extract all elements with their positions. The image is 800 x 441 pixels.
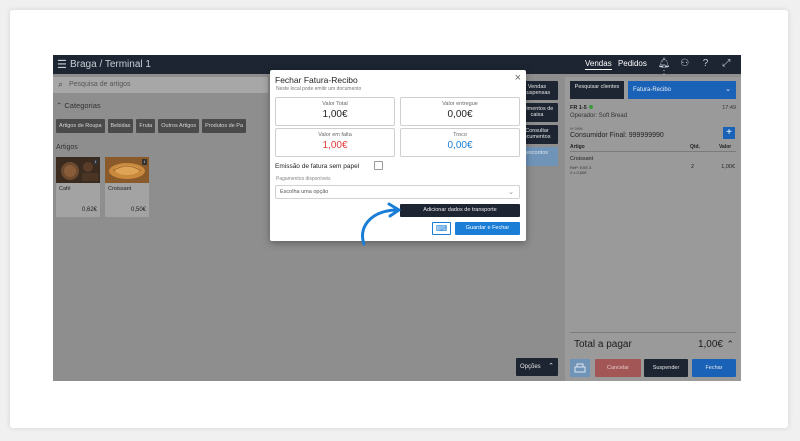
cash-drawer-button[interactable]: [570, 359, 590, 377]
paperless-checkbox[interactable]: [374, 161, 383, 170]
operator-label: Operador: Soft Bread: [570, 113, 628, 119]
client-nif: Nº 0999: [570, 127, 583, 131]
delivered-value-box: Valor entregue 0,00€: [400, 97, 520, 126]
box-value: 1,00€: [322, 109, 348, 120]
close-sale-button[interactable]: Fechar: [692, 359, 736, 377]
total-label: Total a pagar: [574, 339, 632, 350]
divider: [570, 332, 736, 333]
hamburger-menu-icon[interactable]: ☰: [57, 58, 67, 71]
category-item[interactable]: Bebidas: [107, 119, 134, 133]
sale-panel: Pesquisar clientes Fatura-Recibo ⌄ FR 1-…: [565, 77, 741, 381]
client-name[interactable]: Consumidor Final: 999999990: [570, 132, 664, 139]
document-id: FR 1-5: [570, 105, 594, 111]
payments-label: Pagamentos disponíveis: [276, 176, 331, 182]
nav-vendas[interactable]: Vendas: [585, 59, 612, 70]
search-clients-button[interactable]: Pesquisar clientes: [570, 81, 624, 99]
add-transport-data-button[interactable]: Adicionar dados de transporte: [400, 204, 520, 217]
annotation-arrow-icon: [361, 202, 401, 246]
article-search[interactable]: ⌕ Pesquisa de artigos: [53, 77, 268, 93]
bell-icon[interactable]: 🔔︎: [655, 58, 673, 69]
payment-method-select[interactable]: Escolha uma opção ⌄: [275, 185, 520, 199]
box-label: Valor entregue: [442, 101, 478, 107]
divider: [570, 151, 736, 152]
options-button[interactable]: Opções ⌃: [516, 358, 558, 376]
column-header: Valor: [719, 144, 732, 150]
total-value-box: Valor Total 1,00€: [275, 97, 395, 126]
category-list: Artigos de Roupa Bebidas Fruta Outros Ar…: [56, 119, 247, 133]
change-value-box: Troco 0,00€: [400, 128, 520, 157]
category-item[interactable]: Artigos de Roupa: [56, 119, 105, 133]
line-item-qty: 2: [691, 164, 695, 170]
payment-placeholder: Escolha uma opção: [280, 189, 329, 195]
line-item-name[interactable]: Croissant: [570, 156, 593, 162]
category-item[interactable]: Outros Artigos: [158, 119, 200, 133]
total-value: 1,00€: [697, 339, 723, 350]
article-price: 0,50€: [130, 207, 146, 213]
modal-title: Fechar Fatura-Recibo: [275, 75, 358, 85]
add-client-button[interactable]: +: [723, 127, 735, 139]
chevron-down-icon: ⌄: [725, 86, 731, 93]
categories-heading[interactable]: ⌃ Categorias: [56, 101, 101, 110]
search-icon: ⌕: [58, 79, 64, 89]
line-item-unit: 2 x 0,50€: [570, 170, 587, 175]
box-label: Valor Total: [322, 101, 348, 107]
modal-subtitle: Neste local pode emitir um documento: [276, 86, 362, 92]
category-item[interactable]: Fruta: [136, 119, 156, 133]
close-icon[interactable]: ×: [515, 72, 521, 84]
top-nav: Vendas Pedidos: [585, 59, 651, 70]
info-icon[interactable]: i: [142, 159, 147, 165]
search-placeholder: Pesquisa de artigos: [69, 81, 131, 88]
box-value: 0,00€: [447, 109, 473, 120]
document-type-value: Fatura-Recibo: [633, 87, 672, 93]
fullscreen-icon[interactable]: ⤢: [717, 58, 735, 69]
chevron-up-icon[interactable]: ⌃: [726, 339, 734, 350]
missing-value-box: Valor em falta 1,00€: [275, 128, 395, 157]
cash-register-icon: [574, 363, 586, 373]
line-item-value: 1,00€: [721, 164, 735, 170]
chevron-up-icon: ⌃: [548, 363, 554, 370]
document-time: 17:49: [722, 105, 736, 111]
keyboard-button[interactable]: ⌨: [432, 222, 451, 235]
cancel-button[interactable]: Cancelar: [595, 359, 641, 377]
box-value: 1,00€: [322, 140, 348, 151]
box-value: 0,00€: [447, 140, 473, 151]
keyboard-icon: ⌨: [435, 224, 448, 233]
save-and-close-button[interactable]: Guardar e Fechar: [455, 222, 520, 235]
paperless-label: Emissão de fatura sem papel: [275, 163, 360, 170]
user-icon[interactable]: ⚇: [676, 58, 694, 69]
articles-heading: Artigos: [56, 144, 78, 151]
location-title: Braga / Terminal 1: [70, 59, 151, 70]
box-label: Troco: [453, 132, 467, 138]
category-item[interactable]: Produtos de Pa: [202, 119, 247, 133]
status-dot-icon: [589, 105, 594, 109]
article-name: Café: [59, 186, 71, 192]
article-name: Croissant: [108, 186, 132, 192]
options-label: Opções: [520, 364, 541, 370]
nav-pedidos[interactable]: Pedidos: [618, 59, 647, 68]
document-type-select[interactable]: Fatura-Recibo ⌄: [628, 81, 736, 99]
suspend-button[interactable]: Suspender: [644, 359, 688, 377]
box-label: Valor em falta: [318, 132, 352, 138]
article-card-cafe[interactable]: i Café 0,62€: [56, 157, 100, 217]
article-card-croissant[interactable]: i Croissant 0,50€: [105, 157, 149, 217]
article-price: 0,62€: [81, 207, 97, 213]
column-header: Qtd.: [690, 144, 700, 150]
chevron-down-icon: ⌄: [508, 189, 514, 196]
info-icon[interactable]: i: [93, 159, 98, 165]
help-icon[interactable]: ?: [697, 58, 715, 69]
column-header: Artigo: [570, 144, 585, 150]
